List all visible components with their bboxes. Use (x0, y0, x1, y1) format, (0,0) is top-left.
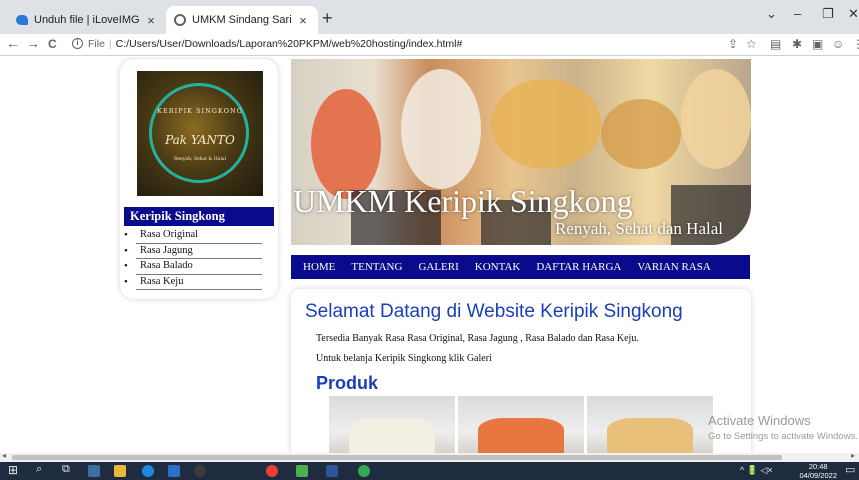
minimize-button[interactable]: – (794, 6, 801, 21)
scroll-right-icon[interactable]: ▸ (851, 451, 855, 460)
product-image-jagung[interactable] (587, 396, 713, 453)
product-image-original[interactable] (329, 396, 455, 453)
clock[interactable]: 20:48 04/09/2022 (799, 462, 837, 480)
tab-bar: Unduh file | iLoveIMG × UMKM Sindang Sar… (0, 0, 859, 34)
search-icon[interactable]: ⌕ (36, 463, 42, 476)
url-text: C:/Users/User/Downloads/Laporan%20PKPM/w… (115, 38, 463, 50)
iloveimg-favicon-icon (16, 15, 28, 25)
system-tray-icons[interactable]: ^ 🔋 ◁× (740, 465, 773, 476)
task-view-icon[interactable]: ⧉ (62, 463, 70, 476)
banner-subtitle: Renyah, Sehat dan Halal (554, 219, 723, 238)
photos-icon[interactable] (296, 465, 308, 477)
windows-start-icon[interactable]: ⊞ (8, 463, 18, 477)
reload-button[interactable]: C (48, 37, 57, 51)
maximize-button[interactable]: ❐ (822, 6, 834, 22)
tab-title: Unduh file | iLoveIMG (34, 14, 140, 26)
chips-original (349, 418, 435, 453)
extensions-icon[interactable]: ✱ (792, 37, 802, 51)
main-content: Selamat Datang di Website Keripik Singko… (291, 289, 751, 453)
tab-search-icon[interactable]: ⌄ (766, 6, 777, 22)
sidebar-item-keju[interactable]: Rasa Keju (124, 275, 274, 291)
scroll-left-icon[interactable]: ◂ (2, 451, 6, 460)
close-tab-icon[interactable]: × (296, 13, 310, 28)
back-button[interactable]: ← (6, 35, 20, 51)
nav-galeri[interactable]: GALERI (418, 261, 458, 273)
nav-home[interactable]: HOME (303, 261, 335, 273)
sidebar-title: Keripik Singkong (124, 207, 274, 226)
sidebar-item-original[interactable]: Rasa Original (124, 228, 274, 244)
word-icon[interactable] (326, 465, 338, 477)
chips-balado (478, 418, 564, 453)
logo-text-line2: Pak YANTO (165, 133, 235, 147)
chrome-profile-icon[interactable] (358, 465, 370, 477)
activate-windows-subtitle: Go to Settings to activate Windows. (708, 431, 858, 442)
logo-text-line3: Renyah, Sehat & Halal (173, 157, 227, 162)
mail-icon[interactable] (168, 465, 180, 477)
nav-daftar-harga[interactable]: DAFTAR HARGA (536, 261, 621, 273)
chip-shape (401, 69, 481, 189)
sidebar: KERIPIK SINGKONG Pak YANTO Renyah, Sehat… (120, 59, 278, 299)
banner-title: UMKM Keripik Singkong (293, 183, 633, 219)
close-window-button[interactable]: ✕ (848, 6, 859, 22)
sidebar-item-jagung[interactable]: Rasa Jagung (124, 244, 274, 260)
chrome-icon[interactable] (266, 465, 278, 477)
bookmark-star-icon[interactable]: ☆ (746, 37, 757, 51)
flavor-list: Rasa Original Rasa Jagung Rasa Balado Ra… (124, 228, 274, 290)
url-field[interactable]: File | C:/Users/User/Downloads/Laporan%20P… (88, 38, 462, 50)
info-icon[interactable]: i (72, 38, 83, 49)
media-icon[interactable] (194, 465, 206, 477)
header-banner: UMKM Keripik Singkong Renyah, Sehat dan … (291, 59, 751, 245)
address-bar: ← → C i File | C:/Users/User/Downloads/Lap… (0, 34, 859, 56)
nav-kontak[interactable]: KONTAK (475, 261, 521, 273)
chip-shape (601, 99, 681, 169)
activate-windows-title: Activate Windows (708, 413, 811, 428)
taskbar: ⊞ ⌕ ⧉ ^ 🔋 ◁× 20:48 04/09/2022 ▭ (0, 462, 859, 480)
logo-image: KERIPIK SINGKONG Pak YANTO Renyah, Sehat… (137, 71, 263, 196)
page-viewport: KERIPIK SINGKONG Pak YANTO Renyah, Sehat… (0, 57, 859, 453)
scroll-thumb[interactable] (12, 455, 782, 460)
products-heading: Produk (316, 373, 379, 393)
logo-text-line1: KERIPIK SINGKONG (157, 107, 243, 115)
chip-shape (491, 79, 601, 169)
intro-paragraph: Tersedia Banyak Rasa Rasa Original, Rasa… (316, 333, 639, 344)
share-icon[interactable]: ⇪ (728, 37, 738, 51)
file-scheme-label: File (88, 38, 105, 50)
close-tab-icon[interactable]: × (144, 13, 158, 28)
menu-icon[interactable]: ⋮ (852, 37, 859, 51)
sidebar-item-balado[interactable]: Rasa Balado (124, 259, 274, 275)
chips-jagung (607, 418, 693, 453)
nav-tentang[interactable]: TENTANG (351, 261, 402, 273)
clock-time: 20:48 (808, 462, 828, 471)
nav-varian-rasa[interactable]: VARIAN RASA (637, 261, 710, 273)
chip-shape (681, 69, 751, 169)
main-nav: HOME TENTANG GALERI KONTAK DAFTAR HARGA … (291, 255, 750, 279)
file-explorer-icon[interactable] (114, 465, 126, 477)
profile-icon[interactable]: ☺ (832, 37, 844, 51)
tab-umkm[interactable]: UMKM Sindang Sari × (166, 6, 318, 34)
tab-title: UMKM Sindang Sari (192, 14, 292, 26)
welcome-heading: Selamat Datang di Website Keripik Singko… (305, 301, 683, 322)
edge-icon[interactable] (142, 465, 154, 477)
reading-list-icon[interactable]: ▤ (770, 37, 781, 51)
notifications-icon[interactable]: ▭ (845, 463, 855, 476)
new-tab-button[interactable]: + (322, 9, 333, 27)
tab-iloveimg[interactable]: Unduh file | iLoveIMG × (8, 6, 166, 34)
clock-date: 04/09/2022 (799, 471, 837, 480)
side-panel-icon[interactable]: ▣ (812, 37, 823, 51)
product-image-balado[interactable] (458, 396, 584, 453)
store-icon[interactable] (88, 465, 100, 477)
horizontal-scrollbar[interactable]: ◂ ▸ (0, 451, 859, 462)
shop-paragraph: Untuk belanja Keripik Singkong klik Gale… (316, 353, 492, 364)
forward-button[interactable]: → (26, 35, 40, 51)
globe-icon (174, 14, 186, 26)
